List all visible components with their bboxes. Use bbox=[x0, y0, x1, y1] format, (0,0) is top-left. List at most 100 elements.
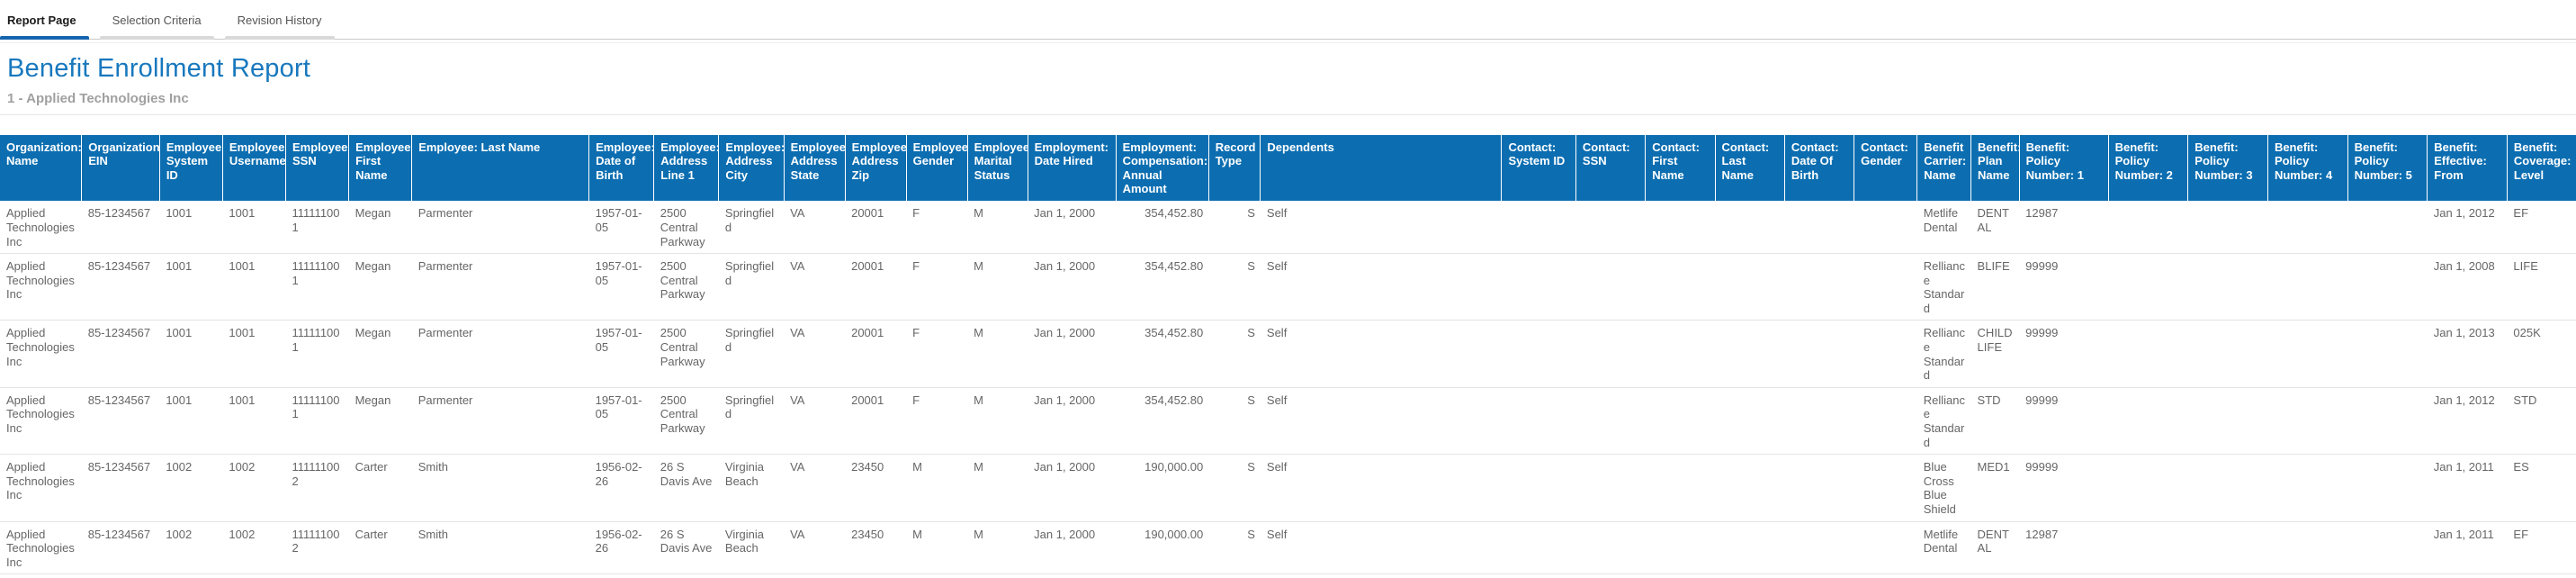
cell-contact-last-name bbox=[1715, 574, 1784, 578]
cell-employee-address-line-1: 2500 Central Parkway bbox=[654, 254, 719, 321]
cell-employee-marital-status: M bbox=[967, 455, 1028, 521]
cell-benefit-policy-number-4 bbox=[2267, 201, 2347, 253]
benefit-enrollment-table: Organization: NameOrganization: EINEmplo… bbox=[0, 135, 2576, 578]
cell-employment-date-hired: Jan 1, 2000 bbox=[1028, 321, 1116, 387]
cell-employee-date-of-birth: 1957-01-05 bbox=[589, 254, 654, 321]
column-header-benefit-policy-number-2: Benefit: Policy Number: 2 bbox=[2108, 135, 2188, 201]
cell-employee-address-zip: 23450 bbox=[845, 574, 906, 578]
cell-employment-compensation-annual-amount: 354,452.80 bbox=[1116, 387, 1208, 454]
cell-benefit-policy-number-2 bbox=[2108, 574, 2188, 578]
cell-benefit-policy-number-4 bbox=[2267, 574, 2347, 578]
cell-contact-date-of-birth bbox=[1784, 254, 1853, 321]
column-header-employee-date-of-birth: Employee: Date of Birth bbox=[589, 135, 654, 201]
table-row: Applied Technologies Inc85-1234567100110… bbox=[0, 321, 2576, 387]
cell-employee-system-id: 1001 bbox=[159, 254, 222, 321]
column-header-employee-address-state: Employee: Address State bbox=[784, 135, 845, 201]
cell-employment-date-hired: Jan 1, 2000 bbox=[1028, 254, 1116, 321]
cell-employee-first-name: Megan bbox=[349, 201, 412, 253]
cell-benefit-policy-number-3 bbox=[2188, 321, 2268, 387]
tab-revision-history[interactable]: Revision History bbox=[225, 3, 335, 39]
cell-benefit-coverage-level: 025K bbox=[2507, 321, 2576, 387]
tab-revision-history-label: Revision History bbox=[238, 14, 322, 27]
cell-record-type: S bbox=[1208, 521, 1261, 574]
cell-employee-address-zip: 20001 bbox=[845, 387, 906, 454]
cell-employee-marital-status: M bbox=[967, 201, 1028, 253]
cell-employee-first-name: Megan bbox=[349, 321, 412, 387]
cell-employee-system-id: 1002 bbox=[159, 574, 222, 578]
cell-record-type: S bbox=[1208, 254, 1261, 321]
cell-benefit-policy-number-4 bbox=[2267, 455, 2347, 521]
cell-employment-date-hired: Jan 1, 2000 bbox=[1028, 574, 1116, 578]
column-header-employee-username: Employee: Username bbox=[222, 135, 285, 201]
cell-benefit-policy-number-1: 99999 bbox=[2019, 455, 2108, 521]
column-header-contact-ssn: Contact: SSN bbox=[1575, 135, 1645, 201]
cell-employee-ssn: 111111001 bbox=[286, 201, 349, 253]
cell-employment-date-hired: Jan 1, 2000 bbox=[1028, 201, 1116, 253]
column-header-contact-system-id: Contact: System ID bbox=[1502, 135, 1575, 201]
cell-employment-compensation-annual-amount: 354,452.80 bbox=[1116, 321, 1208, 387]
cell-record-type: S bbox=[1208, 201, 1261, 253]
cell-organization-ein: 85-1234567 bbox=[82, 521, 160, 574]
cell-employee-gender: M bbox=[906, 574, 967, 578]
cell-employee-first-name: Carter bbox=[349, 574, 412, 578]
cell-benefit-coverage-level: STD bbox=[2507, 387, 2576, 454]
cell-organization-name: Applied Technologies Inc bbox=[0, 254, 82, 321]
cell-benefit-policy-number-1: 99999 bbox=[2019, 254, 2108, 321]
column-header-benefit-policy-number-5: Benefit: Policy Number: 5 bbox=[2347, 135, 2428, 201]
cell-organization-name: Applied Technologies Inc bbox=[0, 387, 82, 454]
cell-organization-name: Applied Technologies Inc bbox=[0, 574, 82, 578]
cell-employee-first-name: Megan bbox=[349, 254, 412, 321]
cell-employee-marital-status: M bbox=[967, 521, 1028, 574]
cell-employee-address-city: Virginia Beach bbox=[719, 574, 784, 578]
cell-dependents: Self bbox=[1261, 455, 1502, 521]
column-header-benefit-coverage-level: Benefit: Coverage: Level bbox=[2507, 135, 2576, 201]
cell-employee-address-city: Virginia Beach bbox=[719, 521, 784, 574]
cell-benefit-coverage-level: LIFE bbox=[2507, 254, 2576, 321]
tab-selection-criteria[interactable]: Selection Criteria bbox=[100, 3, 214, 39]
cell-benefit-coverage-level: EF bbox=[2507, 201, 2576, 253]
cell-benefit-policy-number-5 bbox=[2347, 387, 2428, 454]
cell-employee-gender: F bbox=[906, 387, 967, 454]
cell-benefit-carrier-name: Relliance Standard bbox=[1917, 321, 1971, 387]
cell-contact-last-name bbox=[1715, 387, 1784, 454]
cell-contact-ssn bbox=[1575, 254, 1645, 321]
cell-employee-ssn: 111111001 bbox=[286, 387, 349, 454]
cell-employee-date-of-birth: 1957-01-05 bbox=[589, 387, 654, 454]
cell-record-type: S bbox=[1208, 387, 1261, 454]
cell-benefit-policy-number-2 bbox=[2108, 387, 2188, 454]
cell-contact-last-name bbox=[1715, 521, 1784, 574]
cell-employee-address-line-1: 26 S Davis Ave bbox=[654, 521, 719, 574]
cell-dependents: Self bbox=[1261, 321, 1502, 387]
cell-employee-date-of-birth: 1956-02-26 bbox=[589, 521, 654, 574]
cell-dependents: Self bbox=[1261, 201, 1502, 253]
cell-benefit-carrier-name: Metlife Dental bbox=[1917, 201, 1971, 253]
cell-employee-system-id: 1001 bbox=[159, 387, 222, 454]
cell-employee-address-city: Springfield bbox=[719, 387, 784, 454]
cell-employee-address-state: VA bbox=[784, 574, 845, 578]
cell-employee-address-zip: 20001 bbox=[845, 321, 906, 387]
column-header-contact-last-name: Contact: Last Name bbox=[1715, 135, 1784, 201]
cell-benefit-effective-from: Jan 1, 2012 bbox=[2428, 201, 2508, 253]
cell-benefit-plan-name: MED1 bbox=[1971, 455, 2020, 521]
cell-benefit-effective-from: Jan 1, 2009 bbox=[2428, 574, 2508, 578]
cell-contact-system-id bbox=[1502, 201, 1575, 253]
cell-benefit-policy-number-5 bbox=[2347, 201, 2428, 253]
column-header-benefit-policy-number-1: Benefit: Policy Number: 1 bbox=[2019, 135, 2108, 201]
column-header-employee-address-zip: Employee: Address Zip bbox=[845, 135, 906, 201]
cell-benefit-effective-from: Jan 1, 2008 bbox=[2428, 254, 2508, 321]
tab-report-page[interactable]: Report Page bbox=[0, 3, 89, 39]
cell-benefit-policy-number-3 bbox=[2188, 254, 2268, 321]
cell-employee-last-name: Smith bbox=[412, 574, 589, 578]
cell-benefit-policy-number-4 bbox=[2267, 321, 2347, 387]
cell-contact-gender bbox=[1854, 321, 1917, 387]
cell-employee-address-city: Virginia Beach bbox=[719, 455, 784, 521]
cell-organization-ein: 85-1234567 bbox=[82, 201, 160, 253]
cell-benefit-effective-from: Jan 1, 2013 bbox=[2428, 321, 2508, 387]
cell-employee-last-name: Smith bbox=[412, 521, 589, 574]
cell-benefit-plan-name: STD bbox=[1971, 387, 2020, 454]
cell-contact-first-name bbox=[1646, 387, 1715, 454]
cell-benefit-policy-number-4 bbox=[2267, 387, 2347, 454]
column-header-contact-first-name: Contact: First Name bbox=[1646, 135, 1715, 201]
tab-report-page-label: Report Page bbox=[7, 14, 76, 27]
column-header-employment-compensation-annual-amount: Employment: Compensation: Annual Amount bbox=[1116, 135, 1208, 201]
